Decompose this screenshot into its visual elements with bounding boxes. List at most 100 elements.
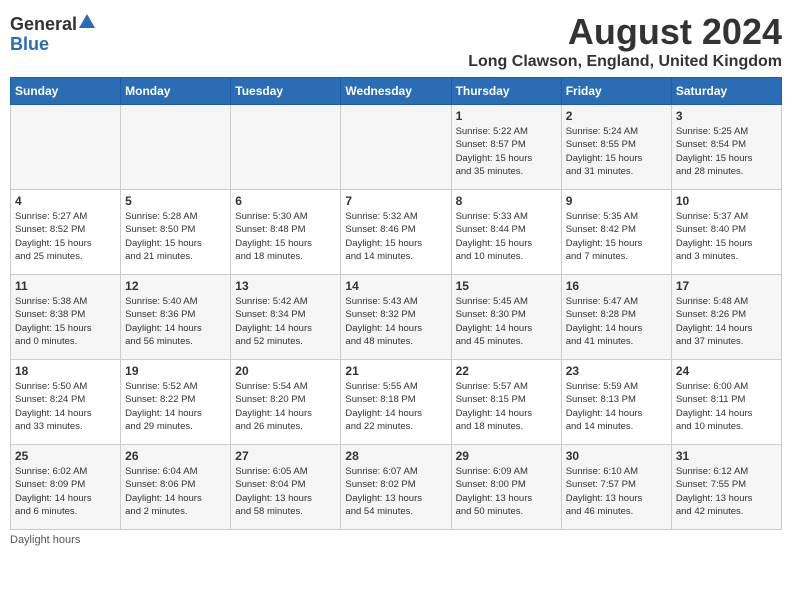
day-number: 28 bbox=[345, 449, 446, 463]
header: General Blue August 2024 Long Clawson, E… bbox=[10, 10, 782, 71]
calendar-cell: 29 Sunrise: 6:09 AM Sunset: 8:00 PM Dayli… bbox=[451, 445, 561, 530]
title-section: August 2024 Long Clawson, England, Unite… bbox=[468, 10, 782, 71]
calendar-cell: 2 Sunrise: 5:24 AM Sunset: 8:55 PM Daylig… bbox=[561, 105, 671, 190]
day-number: 21 bbox=[345, 364, 446, 378]
calendar-cell bbox=[11, 105, 121, 190]
day-info: Sunrise: 5:45 AM Sunset: 8:30 PM Dayligh… bbox=[456, 295, 557, 348]
day-number: 15 bbox=[456, 279, 557, 293]
day-info: Sunrise: 6:07 AM Sunset: 8:02 PM Dayligh… bbox=[345, 465, 446, 518]
day-number: 3 bbox=[676, 109, 777, 123]
calendar-cell bbox=[341, 105, 451, 190]
day-number: 5 bbox=[125, 194, 226, 208]
day-info: Sunrise: 6:00 AM Sunset: 8:11 PM Dayligh… bbox=[676, 380, 777, 433]
calendar-cell: 19 Sunrise: 5:52 AM Sunset: 8:22 PM Dayli… bbox=[121, 360, 231, 445]
calendar-cell: 21 Sunrise: 5:55 AM Sunset: 8:18 PM Dayli… bbox=[341, 360, 451, 445]
column-header-friday: Friday bbox=[561, 78, 671, 105]
day-info: Sunrise: 5:24 AM Sunset: 8:55 PM Dayligh… bbox=[566, 125, 667, 178]
day-number: 30 bbox=[566, 449, 667, 463]
calendar-cell bbox=[231, 105, 341, 190]
day-number: 9 bbox=[566, 194, 667, 208]
calendar-cell: 3 Sunrise: 5:25 AM Sunset: 8:54 PM Daylig… bbox=[671, 105, 781, 190]
day-number: 24 bbox=[676, 364, 777, 378]
column-header-wednesday: Wednesday bbox=[341, 78, 451, 105]
day-info: Sunrise: 5:33 AM Sunset: 8:44 PM Dayligh… bbox=[456, 210, 557, 263]
day-number: 17 bbox=[676, 279, 777, 293]
column-header-sunday: Sunday bbox=[11, 78, 121, 105]
day-number: 16 bbox=[566, 279, 667, 293]
calendar-cell bbox=[121, 105, 231, 190]
day-number: 23 bbox=[566, 364, 667, 378]
day-number: 10 bbox=[676, 194, 777, 208]
day-info: Sunrise: 5:32 AM Sunset: 8:46 PM Dayligh… bbox=[345, 210, 446, 263]
calendar-cell: 4Sunrise: 5:27 AM Sunset: 8:52 PM Daylig… bbox=[11, 190, 121, 275]
day-info: Sunrise: 6:05 AM Sunset: 8:04 PM Dayligh… bbox=[235, 465, 336, 518]
day-number: 1 bbox=[456, 109, 557, 123]
logo: General Blue bbox=[10, 14, 95, 55]
day-number: 18 bbox=[15, 364, 116, 378]
calendar-cell: 16 Sunrise: 5:47 AM Sunset: 8:28 PM Dayli… bbox=[561, 275, 671, 360]
day-info: Sunrise: 6:10 AM Sunset: 7:57 PM Dayligh… bbox=[566, 465, 667, 518]
calendar-cell: 17Sunrise: 5:48 AM Sunset: 8:26 PM Dayli… bbox=[671, 275, 781, 360]
day-number: 4 bbox=[15, 194, 116, 208]
day-number: 7 bbox=[345, 194, 446, 208]
day-info: Sunrise: 5:42 AM Sunset: 8:34 PM Dayligh… bbox=[235, 295, 336, 348]
calendar-cell: 11Sunrise: 5:38 AM Sunset: 8:38 PM Dayli… bbox=[11, 275, 121, 360]
calendar-cell: 12Sunrise: 5:40 AM Sunset: 8:36 PM Dayli… bbox=[121, 275, 231, 360]
day-info: Sunrise: 5:28 AM Sunset: 8:50 PM Dayligh… bbox=[125, 210, 226, 263]
calendar-cell: 15 Sunrise: 5:45 AM Sunset: 8:30 PM Dayli… bbox=[451, 275, 561, 360]
calendar-cell: 14Sunrise: 5:43 AM Sunset: 8:32 PM Dayli… bbox=[341, 275, 451, 360]
calendar-cell: 18 Sunrise: 5:50 AM Sunset: 8:24 PM Dayli… bbox=[11, 360, 121, 445]
day-number: 29 bbox=[456, 449, 557, 463]
calendar-cell: 5 Sunrise: 5:28 AM Sunset: 8:50 PM Daylig… bbox=[121, 190, 231, 275]
calendar-cell: 9Sunrise: 5:35 AM Sunset: 8:42 PM Daylig… bbox=[561, 190, 671, 275]
calendar-cell: 8 Sunrise: 5:33 AM Sunset: 8:44 PM Daylig… bbox=[451, 190, 561, 275]
calendar-cell: 22Sunrise: 5:57 AM Sunset: 8:15 PM Dayli… bbox=[451, 360, 561, 445]
day-info: Sunrise: 5:40 AM Sunset: 8:36 PM Dayligh… bbox=[125, 295, 226, 348]
calendar-cell: 30 Sunrise: 6:10 AM Sunset: 7:57 PM Dayli… bbox=[561, 445, 671, 530]
day-info: Sunrise: 5:47 AM Sunset: 8:28 PM Dayligh… bbox=[566, 295, 667, 348]
day-number: 8 bbox=[456, 194, 557, 208]
calendar-cell: 26Sunrise: 6:04 AM Sunset: 8:06 PM Dayli… bbox=[121, 445, 231, 530]
day-info: Sunrise: 5:22 AM Sunset: 8:57 PM Dayligh… bbox=[456, 125, 557, 178]
calendar-cell: 24 Sunrise: 6:00 AM Sunset: 8:11 PM Dayli… bbox=[671, 360, 781, 445]
week-row-1: 1 Sunrise: 5:22 AM Sunset: 8:57 PM Daylig… bbox=[11, 105, 782, 190]
day-info: Sunrise: 6:09 AM Sunset: 8:00 PM Dayligh… bbox=[456, 465, 557, 518]
day-info: Sunrise: 5:54 AM Sunset: 8:20 PM Dayligh… bbox=[235, 380, 336, 433]
logo-blue: Blue bbox=[10, 35, 49, 55]
day-number: 2 bbox=[566, 109, 667, 123]
day-number: 22 bbox=[456, 364, 557, 378]
calendar-table: SundayMondayTuesdayWednesdayThursdayFrid… bbox=[10, 77, 782, 530]
day-number: 19 bbox=[125, 364, 226, 378]
column-header-thursday: Thursday bbox=[451, 78, 561, 105]
calendar-cell: 1 Sunrise: 5:22 AM Sunset: 8:57 PM Daylig… bbox=[451, 105, 561, 190]
day-info: Sunrise: 6:02 AM Sunset: 8:09 PM Dayligh… bbox=[15, 465, 116, 518]
header-row: SundayMondayTuesdayWednesdayThursdayFrid… bbox=[11, 78, 782, 105]
calendar-cell: 27 Sunrise: 6:05 AM Sunset: 8:04 PM Dayli… bbox=[231, 445, 341, 530]
footer-note: Daylight hours bbox=[10, 534, 782, 546]
day-info: Sunrise: 5:55 AM Sunset: 8:18 PM Dayligh… bbox=[345, 380, 446, 433]
day-number: 26 bbox=[125, 449, 226, 463]
day-info: Sunrise: 5:37 AM Sunset: 8:40 PM Dayligh… bbox=[676, 210, 777, 263]
calendar-cell: 10 Sunrise: 5:37 AM Sunset: 8:40 PM Dayli… bbox=[671, 190, 781, 275]
column-header-saturday: Saturday bbox=[671, 78, 781, 105]
week-row-2: 4Sunrise: 5:27 AM Sunset: 8:52 PM Daylig… bbox=[11, 190, 782, 275]
calendar-cell: 20Sunrise: 5:54 AM Sunset: 8:20 PM Dayli… bbox=[231, 360, 341, 445]
calendar-cell: 31Sunrise: 6:12 AM Sunset: 7:55 PM Dayli… bbox=[671, 445, 781, 530]
day-info: Sunrise: 5:52 AM Sunset: 8:22 PM Dayligh… bbox=[125, 380, 226, 433]
day-info: Sunrise: 5:50 AM Sunset: 8:24 PM Dayligh… bbox=[15, 380, 116, 433]
day-info: Sunrise: 5:25 AM Sunset: 8:54 PM Dayligh… bbox=[676, 125, 777, 178]
calendar-cell: 7 Sunrise: 5:32 AM Sunset: 8:46 PM Daylig… bbox=[341, 190, 451, 275]
calendar-cell: 23Sunrise: 5:59 AM Sunset: 8:13 PM Dayli… bbox=[561, 360, 671, 445]
calendar-cell: 6Sunrise: 5:30 AM Sunset: 8:48 PM Daylig… bbox=[231, 190, 341, 275]
day-number: 14 bbox=[345, 279, 446, 293]
day-number: 13 bbox=[235, 279, 336, 293]
calendar-cell: 25Sunrise: 6:02 AM Sunset: 8:09 PM Dayli… bbox=[11, 445, 121, 530]
week-row-5: 25Sunrise: 6:02 AM Sunset: 8:09 PM Dayli… bbox=[11, 445, 782, 530]
column-header-tuesday: Tuesday bbox=[231, 78, 341, 105]
page-title: August 2024 bbox=[468, 10, 782, 53]
week-row-4: 18 Sunrise: 5:50 AM Sunset: 8:24 PM Dayli… bbox=[11, 360, 782, 445]
logo-general: General bbox=[10, 15, 77, 35]
day-number: 31 bbox=[676, 449, 777, 463]
day-info: Sunrise: 5:38 AM Sunset: 8:38 PM Dayligh… bbox=[15, 295, 116, 348]
day-number: 27 bbox=[235, 449, 336, 463]
